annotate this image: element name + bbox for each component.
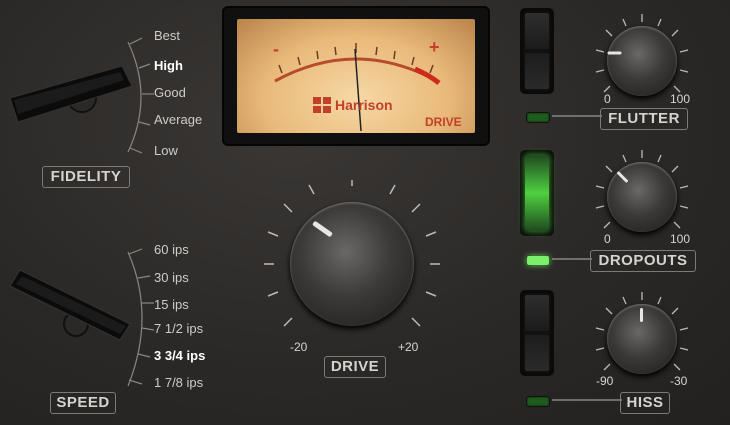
drive-knob-pointer	[312, 220, 333, 238]
brand-name: Harrison	[335, 97, 393, 113]
flutter-min-label: 0	[604, 92, 611, 106]
fidelity-option-low[interactable]: Low	[154, 143, 178, 158]
flutter-toggle[interactable]	[522, 10, 552, 92]
drive-knob[interactable]	[290, 202, 414, 326]
hiss-toggle[interactable]	[522, 292, 552, 374]
vu-meter-face: - + Harrison DRIVE	[237, 19, 475, 133]
speed-option-30[interactable]: 30 ips	[154, 270, 189, 285]
dropouts-knob-pointer	[616, 170, 629, 184]
flutter-connector	[552, 115, 602, 117]
hiss-led	[527, 397, 549, 406]
vu-minus-sign: -	[273, 39, 279, 59]
speed-option-1-875[interactable]: 1 7/8 ips	[154, 375, 203, 390]
speed-label: SPEED	[50, 392, 116, 414]
fidelity-option-good[interactable]: Good	[154, 85, 186, 100]
fidelity-label: FIDELITY	[42, 166, 130, 188]
dropouts-min-label: 0	[604, 232, 611, 246]
speed-option-3-75[interactable]: 3 3/4 ips	[154, 348, 205, 363]
vu-meter-tag: DRIVE	[425, 115, 462, 129]
vu-plus-sign: +	[429, 37, 440, 57]
dropouts-max-label: 100	[670, 232, 691, 246]
drive-label: DRIVE	[324, 356, 386, 378]
speed-option-7-5[interactable]: 7 1/2 ips	[154, 321, 203, 336]
drive-max-label: +20	[398, 340, 419, 354]
vu-meter: - + Harrison DRIVE	[224, 8, 488, 144]
dropouts-connector	[552, 258, 592, 260]
fidelity-scale-arc	[127, 37, 154, 154]
fidelity-option-best[interactable]: Best	[154, 28, 180, 43]
flutter-max-label: 100	[670, 92, 691, 106]
dropouts-label: DROPOUTS	[590, 250, 696, 272]
fidelity-lever[interactable]	[4, 58, 134, 138]
harrison-logo-icon	[313, 97, 333, 120]
flutter-led	[527, 113, 549, 122]
dropouts-toggle[interactable]	[522, 152, 552, 234]
speed-scale-arc	[127, 248, 155, 387]
flutter-label: FLUTTER	[600, 108, 688, 130]
dropouts-led	[527, 256, 549, 265]
dropouts-knob[interactable]	[607, 162, 677, 232]
hiss-connector	[552, 399, 622, 401]
hiss-min-label: -90	[596, 374, 614, 388]
speed-option-60[interactable]: 60 ips	[154, 242, 189, 257]
hiss-max-label: -30	[670, 374, 688, 388]
flutter-knob[interactable]	[607, 26, 677, 96]
hiss-knob-pointer	[640, 308, 643, 322]
speed-option-15[interactable]: 15 ips	[154, 297, 189, 312]
vu-needle	[354, 48, 362, 132]
plugin-panel: - + Harrison DRIVE Best High Good Averag…	[0, 0, 730, 425]
fidelity-option-average[interactable]: Average	[154, 112, 202, 127]
hiss-label: HISS	[620, 392, 670, 414]
fidelity-option-high[interactable]: High	[154, 58, 183, 73]
drive-min-label: -20	[290, 340, 308, 354]
flutter-knob-pointer	[607, 51, 622, 55]
hiss-knob[interactable]	[607, 304, 677, 374]
